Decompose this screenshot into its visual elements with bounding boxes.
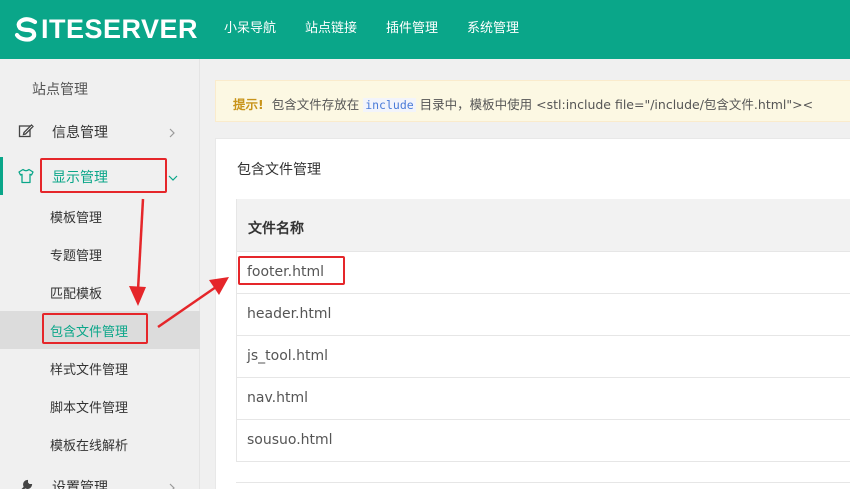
arrow-down [129,198,146,306]
annotation-arrows [129,198,229,329]
arrow-to-footer [157,277,229,329]
